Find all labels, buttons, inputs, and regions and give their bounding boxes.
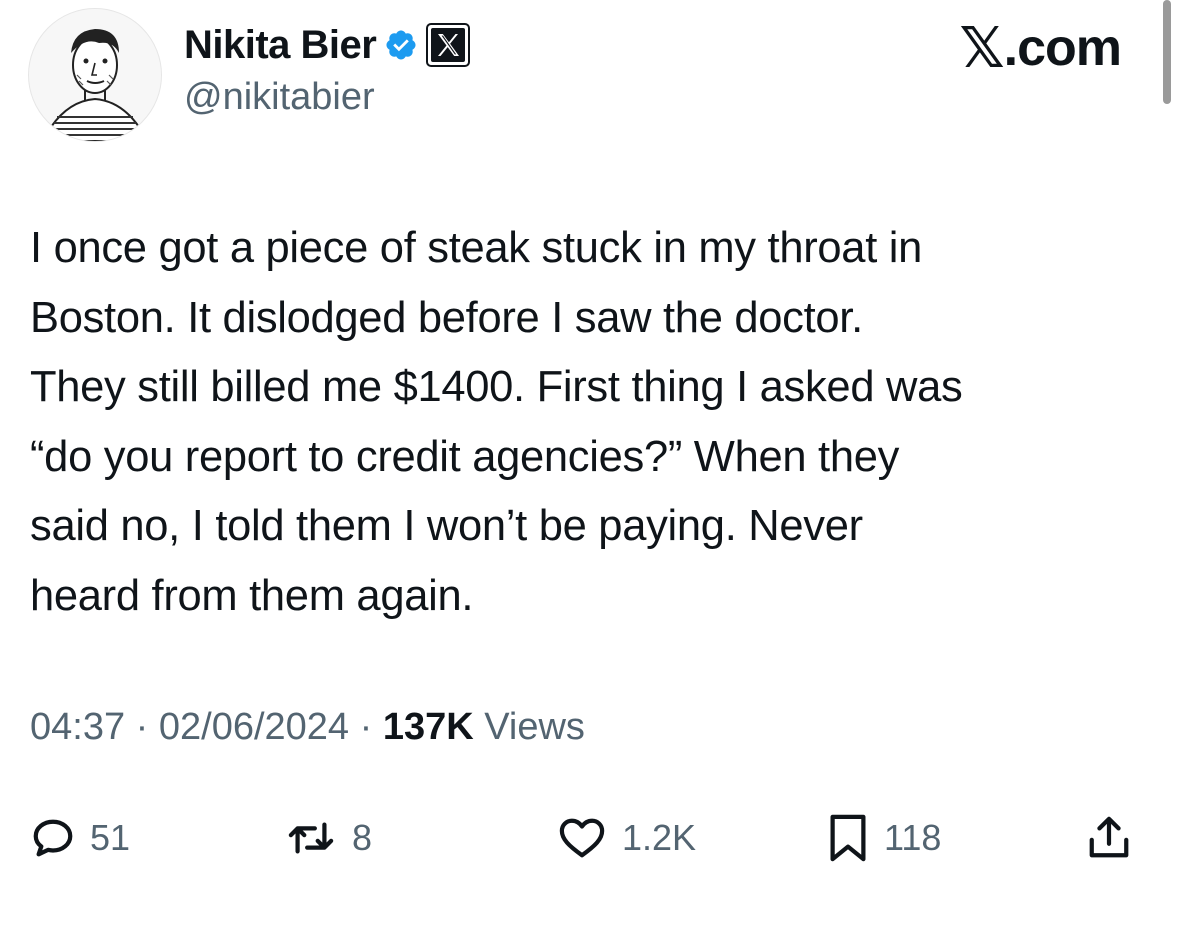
reply-count: 51 [90,817,131,858]
x-logo-icon[interactable] [426,23,471,67]
like-button[interactable]: 1.2K [556,803,696,873]
bookmark-icon [830,814,866,862]
tweet-date[interactable]: 02/06/2024 [159,706,349,748]
brand-suffix: .com [1003,19,1122,77]
tweet-line: I once got a piece of steak stuck in my … [30,224,923,272]
heart-icon [559,818,605,858]
repost-icon [288,822,334,854]
brand-x-mark: 𝕏 [959,15,1005,81]
reply-button[interactable]: 51 [30,803,130,873]
verified-badge-icon[interactable] [384,28,418,62]
repost-button[interactable]: 8 [284,803,372,873]
tweet-time[interactable]: 04:37 [30,706,125,748]
reply-icon [33,819,73,857]
author-handle[interactable]: @nikitabier [184,76,375,119]
bookmark-count: 118 [884,817,942,858]
avatar-sketch-icon [50,29,140,141]
brand-logo: 𝕏 .com [959,15,1123,81]
meta-separator: · [349,706,383,748]
tweet-meta: 04:37 · 02/06/2024 · 137K Views [30,706,585,749]
author-name-row: Nikita Bier [184,18,471,72]
repost-count: 8 [352,817,373,858]
scrollbar[interactable] [1163,0,1171,104]
share-button[interactable] [1086,803,1132,873]
tweet-line: heard from them again. [30,571,474,620]
tweet-text: I once got a piece of steak stuck in my … [30,214,1150,631]
like-count: 1.2K [622,817,697,858]
bookmark-button[interactable]: 118 [826,803,941,873]
tweet-line: said no, I told them I won’t be paying. … [30,502,863,550]
author-display-name[interactable]: Nikita Bier [184,23,377,68]
action-bar: 51 8 1.2K 118 [0,803,1179,873]
share-icon [1089,816,1129,858]
tweet-line: They still billed me $1400. First thing … [30,363,963,411]
views-label: Views [473,706,585,748]
tweet-line: “do you report to credit agencies?” When… [30,432,900,481]
meta-separator: · [125,706,159,748]
tweet-line: Boston. It dislodged before I saw the do… [30,293,863,342]
views-count[interactable]: 137K [383,706,474,748]
avatar[interactable] [28,8,162,142]
